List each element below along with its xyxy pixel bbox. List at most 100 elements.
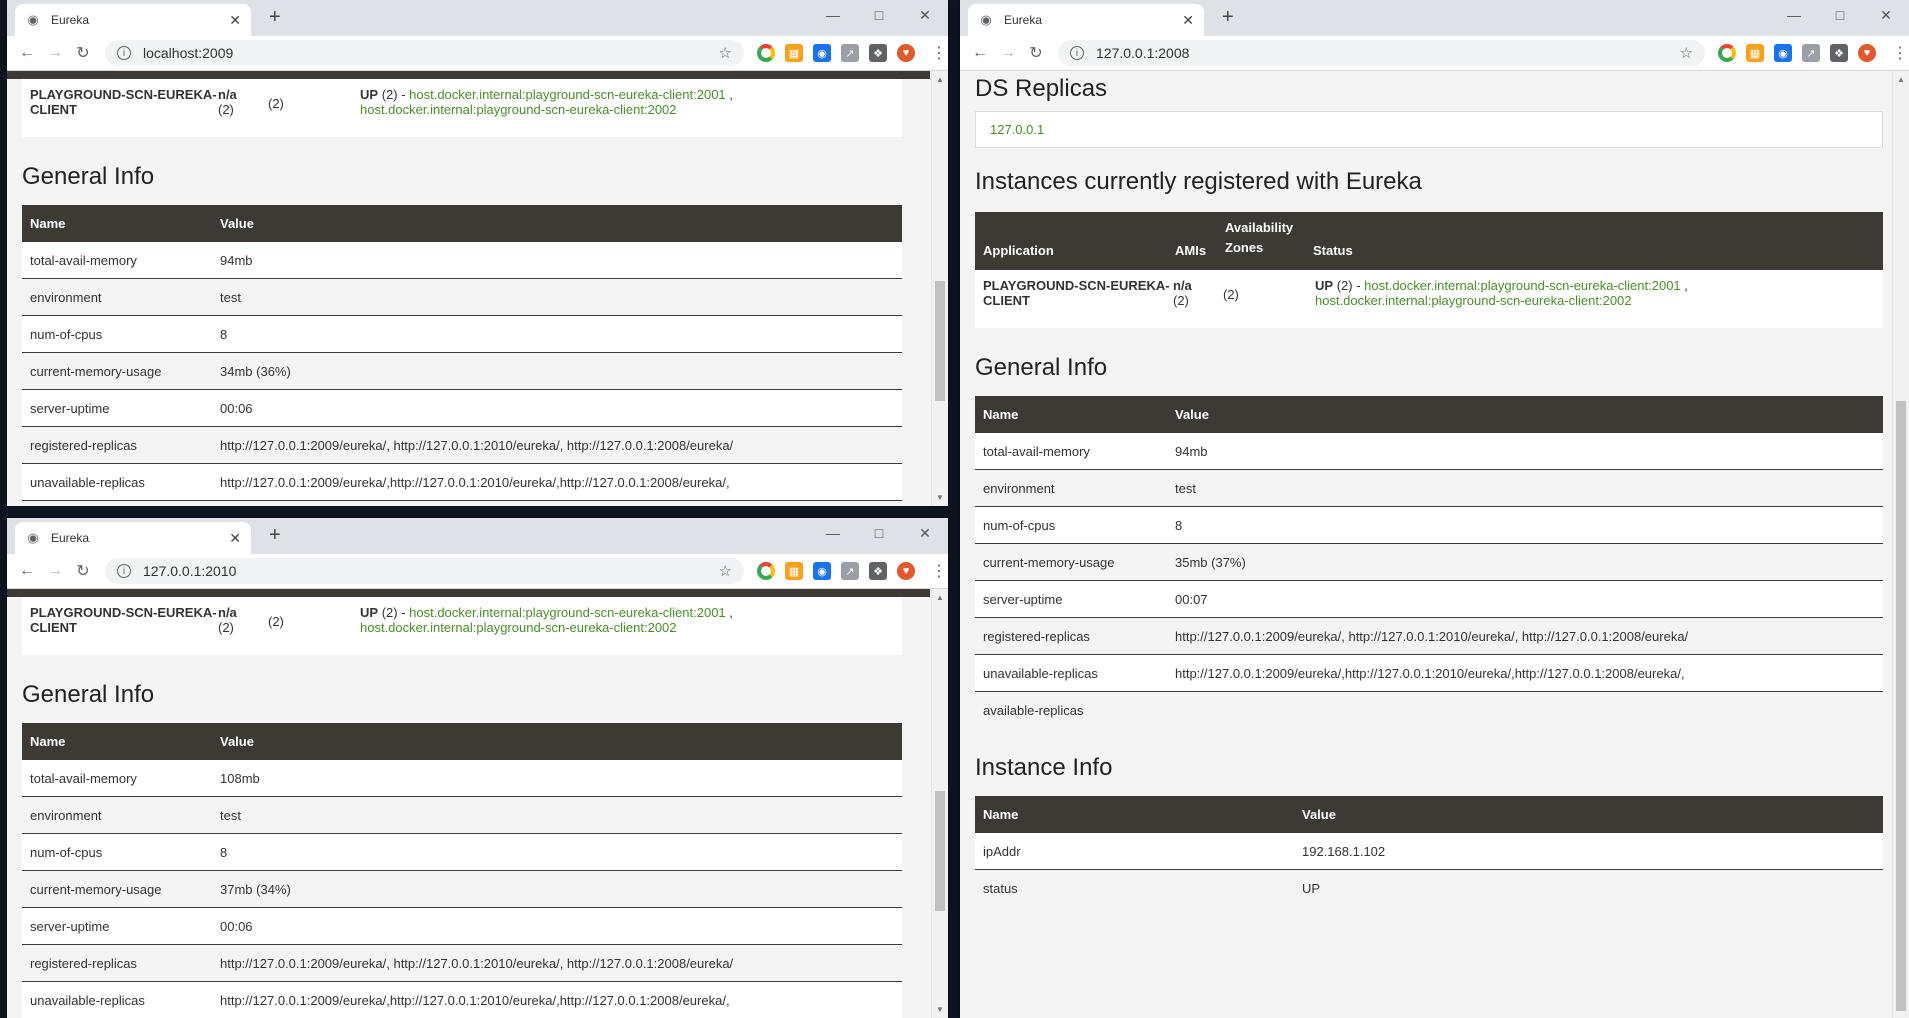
forward-arrow-icon[interactable]: →	[41, 562, 69, 580]
back-arrow-icon[interactable]: ←	[966, 44, 994, 62]
minimize-icon[interactable]: —	[810, 518, 856, 548]
star-icon[interactable]: ☆	[719, 562, 732, 580]
kebab-menu-icon[interactable]: ⋮	[1891, 43, 1909, 63]
browser-window-2009: ◉ Eureka ✕ + — □ ✕ ← → ↻ i localhost:200…	[7, 0, 948, 506]
plus-icon[interactable]: +	[1222, 6, 1234, 29]
chart-extension-icon[interactable]: ↗	[1802, 44, 1820, 62]
info-icon[interactable]: i	[1070, 46, 1084, 60]
kebab-menu-icon[interactable]: ⋮	[930, 561, 948, 581]
reload-icon[interactable]: ↻	[69, 561, 97, 581]
scrollbar[interactable]: ▲	[1892, 71, 1909, 1018]
scroll-down-icon[interactable]: ▼	[932, 1005, 948, 1014]
qr-extension-icon[interactable]: ▦	[1746, 44, 1764, 62]
section-title: General Info	[22, 681, 155, 708]
scroll-up-icon[interactable]: ▲	[932, 593, 948, 602]
amis-cell: n/a (2)	[1173, 278, 1192, 308]
puzzle-icon[interactable]: ❖	[869, 562, 887, 580]
instance-link[interactable]: host.docker.internal:playground-scn-eure…	[409, 605, 726, 620]
instance-link[interactable]: host.docker.internal:playground-scn-eure…	[1315, 293, 1632, 308]
toolbar: ← → ↻ i 127.0.0.1:2008 ☆ ▦ ◉ ↗ ❖ ♥ ⋮	[960, 36, 1909, 71]
globe-icon: ◉	[980, 12, 992, 27]
browser-tab[interactable]: ◉ Eureka ✕	[968, 4, 1204, 36]
info-icon[interactable]: i	[117, 46, 131, 60]
close-window-icon[interactable]: ✕	[1863, 0, 1909, 30]
extension-icon[interactable]	[757, 44, 775, 62]
close-icon[interactable]: ✕	[1182, 12, 1194, 29]
instances-table: Application AMIs Availability Zones Stat…	[975, 212, 1883, 270]
plus-icon[interactable]: +	[269, 6, 281, 29]
qr-extension-icon[interactable]: ▦	[785, 562, 803, 580]
scroll-thumb[interactable]	[1896, 401, 1906, 1011]
instance-link[interactable]: host.docker.internal:playground-scn-eure…	[1364, 278, 1681, 293]
star-icon[interactable]: ☆	[719, 44, 732, 62]
table-row: num-of-cpus 8	[22, 315, 902, 353]
address-bar[interactable]: i 127.0.0.1:2010 ☆	[105, 558, 744, 584]
close-window-icon[interactable]: ✕	[902, 0, 948, 30]
close-icon[interactable]: ✕	[229, 530, 241, 547]
url-text[interactable]: 127.0.0.1:2008	[1096, 45, 1680, 61]
table-row: environment test	[22, 796, 902, 834]
column-header: Name	[22, 205, 212, 242]
info-icon[interactable]: i	[117, 564, 131, 578]
instance-link[interactable]: host.docker.internal:playground-scn-eure…	[360, 620, 677, 635]
maximize-icon[interactable]: □	[856, 0, 902, 30]
column-header: Value	[1167, 396, 1883, 433]
puzzle-icon[interactable]: ❖	[869, 44, 887, 62]
table-row: registered-replicas http://127.0.0.1:2009…	[975, 617, 1883, 655]
scroll-up-icon[interactable]: ▲	[932, 75, 948, 84]
back-arrow-icon[interactable]: ←	[13, 44, 41, 62]
column-header: Value	[212, 723, 902, 760]
close-window-icon[interactable]: ✕	[902, 518, 948, 548]
page-content: PLAYGROUND-SCN-EUREKA-CLIENT n/a (2) (2) …	[7, 71, 930, 506]
extension-icon[interactable]	[1718, 44, 1736, 62]
scroll-thumb[interactable]	[935, 791, 945, 911]
plus-icon[interactable]: +	[269, 524, 281, 547]
browser-tab[interactable]: ◉ Eureka ✕	[15, 4, 251, 36]
column-header: Value	[1294, 796, 1883, 833]
app-name: PLAYGROUND-SCN-EUREKA-CLIENT	[983, 278, 1170, 308]
maximize-icon[interactable]: □	[1817, 0, 1863, 30]
scroll-thumb[interactable]	[935, 281, 945, 401]
url-text[interactable]: localhost:2009	[143, 45, 719, 61]
extensions: ▦ ◉ ↗ ❖ ♥	[752, 44, 920, 62]
reload-icon[interactable]: ↻	[69, 43, 97, 63]
extension-icon[interactable]	[757, 562, 775, 580]
chart-extension-icon[interactable]: ↗	[841, 562, 859, 580]
table-row: total-avail-memory 94mb	[975, 433, 1883, 470]
star-icon[interactable]: ☆	[1680, 44, 1693, 62]
instance-link[interactable]: host.docker.internal:playground-scn-eure…	[360, 102, 677, 117]
scrollbar[interactable]: ▲ ▼	[931, 71, 948, 506]
avatar[interactable]: ♥	[897, 44, 915, 62]
instance-row: PLAYGROUND-SCN-EUREKA-CLIENT n/a (2) (2) …	[22, 597, 902, 655]
back-arrow-icon[interactable]: ←	[13, 562, 41, 580]
camera-extension-icon[interactable]: ◉	[1774, 44, 1792, 62]
maximize-icon[interactable]: □	[856, 518, 902, 548]
instance-link[interactable]: host.docker.internal:playground-scn-eure…	[409, 87, 726, 102]
url-text[interactable]: 127.0.0.1:2010	[143, 563, 719, 579]
reload-icon[interactable]: ↻	[1022, 43, 1050, 63]
camera-extension-icon[interactable]: ◉	[813, 562, 831, 580]
forward-arrow-icon[interactable]: →	[41, 44, 69, 62]
close-icon[interactable]: ✕	[229, 12, 241, 29]
scroll-up-icon[interactable]: ▲	[1893, 75, 1909, 84]
qr-extension-icon[interactable]: ▦	[785, 44, 803, 62]
avatar[interactable]: ♥	[897, 562, 915, 580]
avatar[interactable]: ♥	[1858, 44, 1876, 62]
forward-arrow-icon[interactable]: →	[994, 44, 1022, 62]
instance-row: PLAYGROUND-SCN-EUREKA-CLIENT n/a (2) (2) …	[22, 79, 902, 137]
browser-tab[interactable]: ◉ Eureka ✕	[15, 522, 251, 554]
puzzle-icon[interactable]: ❖	[1830, 44, 1848, 62]
camera-extension-icon[interactable]: ◉	[813, 44, 831, 62]
instance-row: PLAYGROUND-SCN-EUREKA-CLIENT n/a (2) (2) …	[975, 270, 1883, 328]
kebab-menu-icon[interactable]: ⋮	[930, 43, 948, 63]
address-bar[interactable]: i 127.0.0.1:2008 ☆	[1058, 40, 1705, 66]
section-title: General Info	[22, 163, 155, 190]
minimize-icon[interactable]: —	[1771, 0, 1817, 30]
chart-extension-icon[interactable]: ↗	[841, 44, 859, 62]
address-bar[interactable]: i localhost:2009 ☆	[105, 40, 744, 66]
scrollbar[interactable]: ▲ ▼	[931, 589, 948, 1018]
scroll-down-icon[interactable]: ▼	[932, 493, 948, 502]
table-row: ipAddr 192.168.1.102	[975, 833, 1883, 870]
minimize-icon[interactable]: —	[810, 0, 856, 30]
ds-replica-link[interactable]: 127.0.0.1	[990, 122, 1044, 137]
